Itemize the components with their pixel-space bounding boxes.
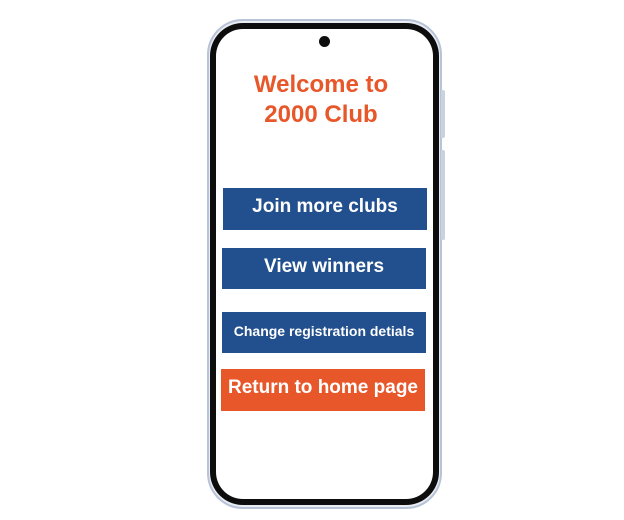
join-more-clubs-button[interactable]: Join more clubs [223,188,427,230]
change-registration-button[interactable]: Change registration detials [222,312,426,353]
return-home-button[interactable]: Return to home page [221,369,425,411]
welcome-title-line2: 2000 Club [264,101,378,128]
volume-button [441,150,445,240]
welcome-title-line1: Welcome to [253,71,389,98]
stage: Welcome to 2000 Club Join more clubs Vie… [0,0,624,520]
power-button [441,90,445,138]
front-camera-icon [319,36,330,47]
view-winners-button[interactable]: View winners [222,248,426,289]
